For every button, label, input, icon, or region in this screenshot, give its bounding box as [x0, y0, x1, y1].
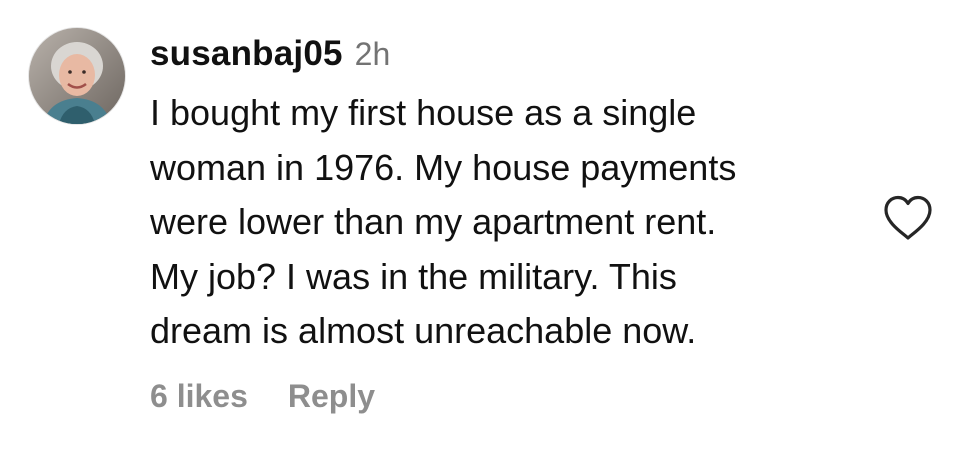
like-button[interactable] — [882, 194, 934, 242]
username[interactable]: susanbaj05 — [150, 34, 343, 74]
avatar[interactable] — [29, 28, 125, 124]
avatar-image — [29, 28, 125, 124]
comment-text-line: dream is almost unreachable now. — [150, 310, 697, 351]
comment-header: susanbaj05 2h — [150, 34, 390, 80]
likes-count[interactable]: 6 likes — [150, 378, 248, 415]
comment-footer: 6 likes Reply — [150, 378, 375, 415]
heart-outline-icon — [884, 195, 932, 240]
reply-button[interactable]: Reply — [288, 378, 375, 415]
comment-text-line: were lower than my apartment rent. — [150, 201, 717, 242]
comment-text-line: woman in 1976. My house payments — [150, 146, 737, 188]
comment-text-line: My job? I was in the military. This — [150, 255, 677, 297]
comment-text-line: I bought my first house as a single — [150, 92, 697, 133]
comment-text: I bought my first house as a single woma… — [150, 86, 850, 359]
comment: susanbaj05 2h I bought my first house as… — [0, 0, 959, 450]
timestamp: 2h — [354, 36, 391, 72]
